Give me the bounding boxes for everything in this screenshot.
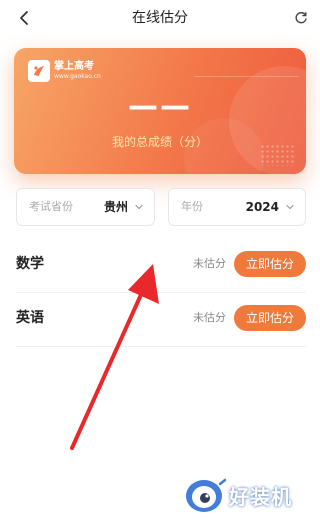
subject-name: 数学 [16, 256, 44, 272]
top-bar: 在线估分 [0, 0, 320, 36]
brand: 掌上高考 www.gaokao.cn [28, 60, 101, 82]
subject-status: 未估分 [193, 257, 226, 270]
total-score-label: 我的总成绩（分） [111, 135, 208, 149]
brand-logo-icon [28, 60, 50, 82]
brand-name: 掌上高考 [54, 61, 94, 72]
refresh-button[interactable] [292, 9, 310, 27]
page-title: 在线估分 [132, 10, 188, 26]
total-score-value: —— [128, 89, 192, 124]
year-label: 年份 [181, 200, 203, 213]
province-value: 贵州 [103, 200, 128, 214]
watermark: 好装机 [183, 476, 292, 514]
estimate-now-button-english[interactable]: 立即估分 [234, 305, 306, 331]
year-value: 2024 [245, 200, 279, 214]
subject-name: 英语 [16, 310, 44, 326]
brand-text: 掌上高考 www.gaokao.cn [54, 61, 101, 81]
score-card: 掌上高考 www.gaokao.cn —— 我的总成绩（分） [14, 48, 306, 174]
watermark-logo-icon [186, 478, 227, 512]
subject-row-english: 英语 未估分 立即估分 [16, 292, 306, 347]
subject-row-math: 数学 未估分 立即估分 [16, 238, 306, 293]
subject-status: 未估分 [193, 311, 226, 324]
province-label: 考试省份 [29, 200, 73, 213]
watermark-text: 好装机 [229, 484, 292, 509]
province-selector[interactable]: 考试省份 贵州 [16, 188, 155, 226]
brand-url: www.gaokao.cn [54, 73, 101, 80]
chevron-down-icon [135, 204, 143, 210]
estimate-now-button-math[interactable]: 立即估分 [234, 251, 306, 277]
chevron-down-icon [286, 204, 294, 210]
decorative-line [194, 76, 299, 77]
refresh-icon [295, 12, 307, 24]
year-selector[interactable]: 年份 2024 [168, 188, 306, 226]
